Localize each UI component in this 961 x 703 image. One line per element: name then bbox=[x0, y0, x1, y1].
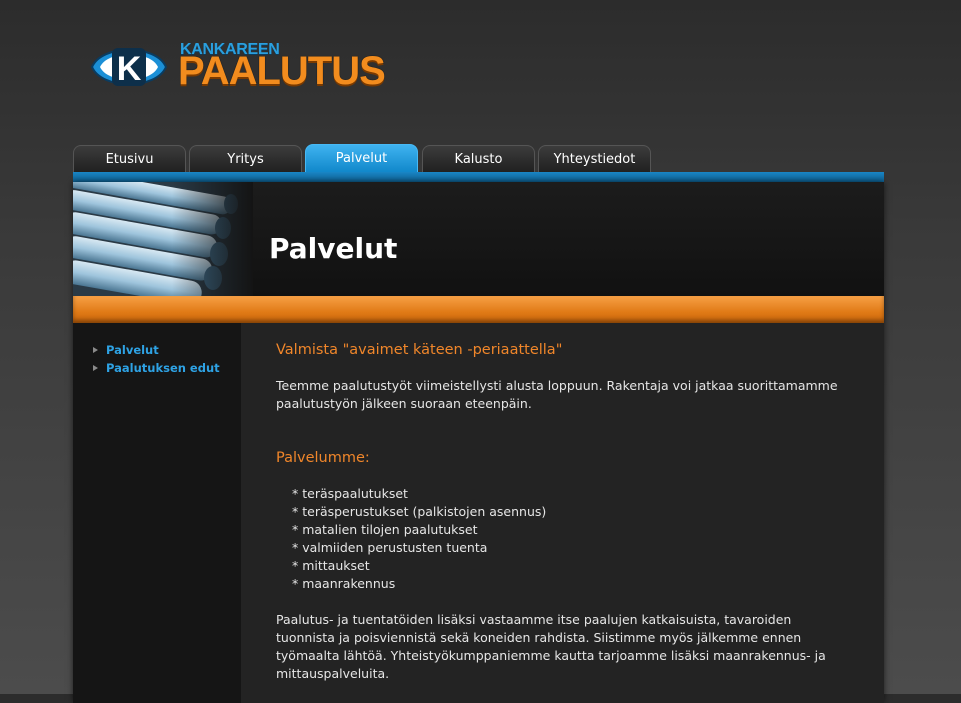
main-content-frame: Palvelut Palvelut Paalutuksen edut Valmi… bbox=[73, 182, 884, 703]
arrow-right-icon bbox=[93, 347, 98, 353]
tab-yhteystiedot[interactable]: Yhteystiedot bbox=[538, 145, 651, 173]
page-banner: Palvelut bbox=[73, 182, 884, 296]
list-item: * matalien tilojen paalutukset bbox=[292, 522, 478, 537]
list-item: * maanrakennus bbox=[292, 576, 396, 591]
tab-palvelut[interactable]: Palvelut bbox=[305, 144, 418, 173]
tab-etusivu[interactable]: Etusivu bbox=[73, 145, 186, 173]
list-item: * teräspaalutukset bbox=[292, 486, 408, 501]
article: Valmista "avaimet käteen -periaattella" … bbox=[276, 341, 846, 683]
tab-kalusto[interactable]: Kalusto bbox=[422, 145, 535, 173]
services-list: * teräspaalutukset * teräsperustukset (p… bbox=[276, 485, 846, 593]
arrow-right-icon bbox=[93, 365, 98, 371]
list-item: * mittaukset bbox=[292, 558, 370, 573]
tab-yritys[interactable]: Yritys bbox=[189, 145, 302, 173]
logo-badge-letter: K bbox=[117, 50, 142, 88]
sidebar-item-label: Paalutuksen edut bbox=[106, 361, 220, 375]
content-heading: Valmista "avaimet käteen -periaattella" bbox=[276, 342, 563, 358]
page-title: Palvelut bbox=[269, 232, 398, 265]
list-item: * teräsperustukset (palkistojen asennus) bbox=[292, 504, 547, 519]
logo-name-main: PAALUTUS bbox=[178, 49, 386, 93]
closing-paragraph: Paalutus- ja tuentatöiden lisäksi vastaa… bbox=[276, 612, 826, 681]
pipes-image bbox=[73, 182, 253, 296]
sidebar-list: Palvelut Paalutuksen edut bbox=[73, 341, 220, 377]
sidebar-item-paalutuksen-edut[interactable]: Paalutuksen edut bbox=[93, 359, 220, 377]
orange-divider-bar bbox=[73, 296, 884, 323]
list-item: * valmiiden perustusten tuenta bbox=[292, 540, 488, 555]
site-logo[interactable]: K KANKAREEN PAALUTUS bbox=[88, 36, 418, 100]
content-area: Valmista "avaimet käteen -periaattella" … bbox=[241, 323, 884, 703]
sidebar: Palvelut Paalutuksen edut bbox=[73, 323, 241, 703]
sidebar-item-label: Palvelut bbox=[106, 343, 159, 357]
tab-underline-bar bbox=[73, 172, 884, 182]
services-heading: Palvelumme: bbox=[276, 450, 370, 466]
sidebar-item-palvelut[interactable]: Palvelut bbox=[93, 341, 220, 359]
logo-badge-icon: K bbox=[90, 48, 168, 88]
intro-paragraph: Teemme paalutustyöt viimeistellysti alus… bbox=[276, 378, 838, 411]
